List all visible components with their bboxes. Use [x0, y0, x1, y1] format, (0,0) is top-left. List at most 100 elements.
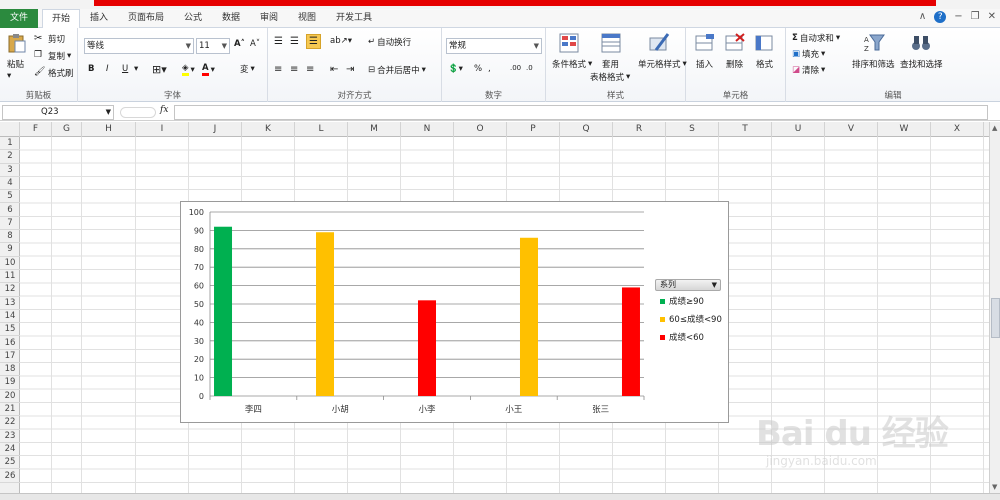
- row-header[interactable]: 24: [0, 443, 20, 457]
- italic-button[interactable]: I: [106, 64, 109, 74]
- percent-icon[interactable]: %: [474, 64, 482, 74]
- name-box[interactable]: Q23 ▼: [2, 105, 114, 120]
- row-header[interactable]: 4: [0, 177, 20, 191]
- tab-view[interactable]: 视图: [292, 9, 322, 28]
- cell-styles-button[interactable]: 单元格样式 ▾: [638, 58, 687, 70]
- tab-home[interactable]: 开始: [42, 9, 80, 29]
- tab-review[interactable]: 审阅: [254, 9, 284, 28]
- row-header[interactable]: 23: [0, 430, 20, 443]
- comma-icon[interactable]: ,: [488, 64, 491, 74]
- formula-cancel-enter[interactable]: [120, 107, 156, 118]
- col-header[interactable]: O: [454, 122, 507, 137]
- align-middle-icon[interactable]: ☰: [290, 36, 299, 47]
- cut-button[interactable]: ✂ 剪切: [34, 33, 65, 45]
- col-header[interactable]: G: [52, 122, 82, 137]
- col-header[interactable]: W: [878, 122, 931, 137]
- col-header[interactable]: T: [719, 122, 772, 137]
- chart-area[interactable]: 0 10 20 30 40 50 60 70 80 90 100 李四 小胡 小李 小王 张三 系列 ▼ 成绩≥…: [180, 201, 729, 423]
- format-cells-icon[interactable]: [754, 32, 776, 54]
- align-bottom-icon[interactable]: ☰: [306, 34, 321, 49]
- col-header[interactable]: P: [507, 122, 560, 137]
- row-header[interactable]: 21: [0, 403, 20, 417]
- wrap-text-button[interactable]: ↵ 自动换行: [368, 36, 411, 48]
- paste-icon[interactable]: [6, 32, 28, 54]
- sort-filter-icon[interactable]: AZ: [864, 32, 886, 54]
- sheet-tabs-bar[interactable]: [0, 493, 1000, 500]
- col-header[interactable]: J: [189, 122, 242, 137]
- row-header[interactable]: 1: [0, 137, 20, 151]
- row-header[interactable]: 18: [0, 363, 20, 377]
- grow-font-button[interactable]: A˄: [234, 39, 245, 49]
- increase-indent-icon[interactable]: ⇥: [346, 64, 354, 75]
- col-header[interactable]: N: [401, 122, 454, 137]
- row-header[interactable]: 25: [0, 456, 20, 470]
- row-header[interactable]: 12: [0, 283, 20, 297]
- col-header[interactable]: I: [136, 122, 189, 137]
- col-header[interactable]: U: [772, 122, 825, 137]
- conditional-format-button[interactable]: 条件格式 ▾: [552, 58, 592, 70]
- row-header[interactable]: 17: [0, 350, 20, 364]
- tab-formulas[interactable]: 公式: [178, 9, 208, 28]
- insert-cells-icon[interactable]: [694, 32, 716, 54]
- align-top-icon[interactable]: ☰: [274, 36, 283, 47]
- row-header[interactable]: 15: [0, 323, 20, 337]
- chart-legend[interactable]: 系列 ▼ 成绩≥90 60≤成绩<90 成绩<60: [651, 279, 723, 349]
- row-header[interactable]: 3: [0, 164, 20, 177]
- format-painter-button[interactable]: 🖌 格式刷: [34, 67, 74, 79]
- col-header[interactable]: X: [931, 122, 984, 137]
- row-header[interactable]: 6: [0, 204, 20, 217]
- minimize-ribbon-icon[interactable]: ∧: [919, 11, 926, 23]
- paste-dropdown[interactable]: ▾: [7, 71, 11, 81]
- row-header[interactable]: 7: [0, 217, 20, 231]
- sort-filter-button[interactable]: 排序和筛选: [852, 58, 895, 70]
- font-name-combo[interactable]: 等线 ▼: [84, 38, 194, 54]
- decrease-decimal-icon[interactable]: .0: [526, 64, 533, 72]
- format-as-table-button-2[interactable]: 表格格式 ▾: [590, 71, 630, 83]
- row-header[interactable]: 16: [0, 337, 20, 350]
- col-header[interactable]: R: [613, 122, 666, 137]
- legend-filter-dropdown[interactable]: 系列 ▼: [655, 279, 721, 291]
- tab-page-layout[interactable]: 页面布局: [122, 9, 170, 28]
- col-header[interactable]: F: [20, 122, 52, 137]
- insert-button[interactable]: 插入: [696, 58, 713, 70]
- phonetic-button[interactable]: 変 ▾: [240, 63, 255, 75]
- col-header[interactable]: H: [82, 122, 136, 137]
- copy-button[interactable]: ❐ 复制 ▾: [34, 50, 71, 62]
- scrollbar-thumb[interactable]: [991, 298, 1000, 338]
- row-header[interactable]: 22: [0, 416, 20, 430]
- scroll-down-icon[interactable]: ▼: [992, 483, 997, 491]
- tab-insert[interactable]: 插入: [84, 9, 114, 28]
- row-header[interactable]: 2: [0, 150, 20, 164]
- binoculars-icon[interactable]: [910, 32, 932, 54]
- align-right-icon[interactable]: ≡: [306, 64, 314, 75]
- minimize-icon[interactable]: −: [954, 11, 962, 23]
- close-icon[interactable]: ✕: [988, 11, 996, 23]
- merge-center-button[interactable]: ⊟ 合并后居中 ▾: [368, 64, 426, 76]
- formula-input[interactable]: [174, 105, 988, 120]
- tab-data[interactable]: 数据: [216, 9, 246, 28]
- delete-button[interactable]: 删除: [726, 58, 743, 70]
- cell-styles-icon[interactable]: [648, 32, 670, 54]
- row-header[interactable]: 26: [0, 470, 20, 483]
- orientation-icon[interactable]: ab↗▾: [330, 36, 352, 46]
- tab-developer[interactable]: 开发工具: [330, 9, 378, 28]
- tab-file[interactable]: 文件: [0, 9, 38, 28]
- row-header[interactable]: 13: [0, 297, 20, 310]
- help-icon[interactable]: ?: [934, 11, 947, 23]
- font-color-button[interactable]: A ▾: [202, 63, 215, 76]
- align-center-icon[interactable]: ≡: [290, 64, 298, 75]
- bold-button[interactable]: B: [88, 64, 94, 74]
- row-header[interactable]: 10: [0, 257, 20, 270]
- row-header[interactable]: 14: [0, 310, 20, 324]
- format-button[interactable]: 格式: [756, 58, 773, 70]
- underline-button[interactable]: U: [122, 64, 128, 74]
- col-header[interactable]: S: [666, 122, 719, 137]
- fill-button[interactable]: ▣ 填充 ▾: [792, 48, 825, 60]
- delete-cells-icon[interactable]: [724, 32, 746, 54]
- format-as-table-icon[interactable]: [600, 32, 622, 54]
- row-header[interactable]: 9: [0, 243, 20, 257]
- underline-dropdown[interactable]: ▾: [134, 64, 138, 74]
- autosum-button[interactable]: Σ 自动求和 ▾: [792, 32, 840, 44]
- borders-icon[interactable]: ⊞▾: [152, 63, 167, 76]
- format-as-table-button[interactable]: 套用: [602, 58, 619, 70]
